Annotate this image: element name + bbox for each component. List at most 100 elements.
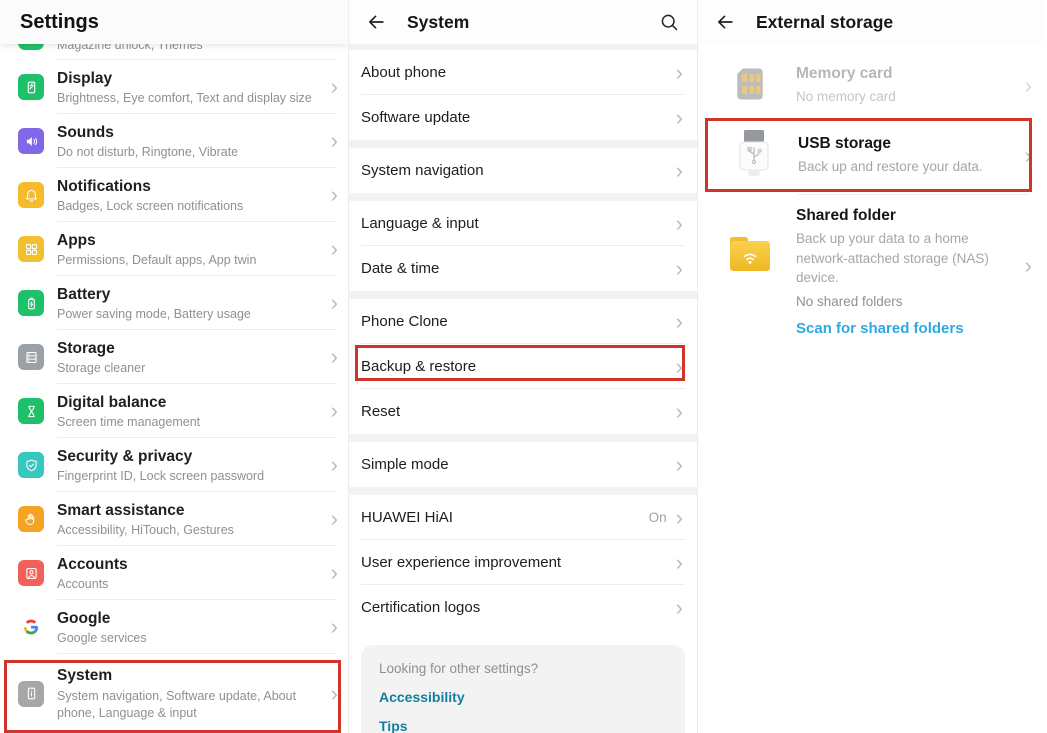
settings-item-smart-assistance[interactable]: Smart assistanceAccessibility, HiTouch, … — [0, 492, 348, 546]
system-item-date-time[interactable]: Date & time › — [349, 246, 697, 291]
chevron-right-icon: › — [1025, 145, 1032, 167]
item-status: No shared folders — [796, 294, 1019, 309]
settings-item-security-privacy[interactable]: Security & privacy Fingerprint ID, Lock s… — [0, 438, 348, 492]
settings-item-sounds[interactable]: SoundsDo not disturb, Ringtone, Vibrate … — [0, 114, 348, 168]
chevron-right-icon: › — [676, 160, 683, 182]
system-item-phone-clone[interactable]: Phone Clone › — [349, 299, 697, 344]
chevron-right-icon: › — [676, 597, 683, 619]
settings-item-storage[interactable]: StorageStorage cleaner › — [0, 330, 348, 384]
system-item-certification-logos[interactable]: Certification logos › — [349, 585, 697, 630]
settings-item-partial[interactable]: Magazine unlock, Themes — [0, 44, 348, 60]
back-button[interactable] — [363, 9, 389, 35]
chevron-right-icon: › — [331, 508, 338, 530]
chevron-right-icon: › — [676, 507, 683, 529]
group-separator — [349, 434, 697, 442]
item-title: Accounts — [57, 555, 325, 575]
panel-settings: Settings Magazine unlock, Themes Display… — [0, 0, 349, 733]
sounds-icon — [18, 128, 44, 154]
item-title: Digital balance — [57, 393, 325, 413]
item-subtitle: Accessibility, HiTouch, Gestures — [57, 523, 325, 537]
settings-item-digital-balance[interactable]: Digital balanceScreen time management › — [0, 384, 348, 438]
settings-item-notifications[interactable]: NotificationsBadges, Lock screen notific… — [0, 168, 348, 222]
item-subtitle: Back up your data to a home network-atta… — [796, 229, 1004, 288]
panel-system: System About phone › Software update › S… — [349, 0, 698, 733]
item-subtitle: No memory card — [796, 87, 1019, 107]
item-subtitle: Storage cleaner — [57, 361, 325, 375]
chevron-right-icon: › — [331, 562, 338, 584]
storage-item-usb[interactable]: USB storage Back up and restore your dat… — [698, 118, 1046, 194]
item-subtitle: Google services — [57, 631, 325, 645]
system-item-reset[interactable]: Reset › — [349, 389, 697, 434]
chevron-right-icon: › — [676, 356, 683, 378]
battery-icon — [18, 290, 44, 316]
item-title: Shared folder — [796, 207, 1019, 225]
item-title: Security & privacy — [57, 447, 325, 467]
display-icon — [18, 74, 44, 100]
storage-icon — [18, 344, 44, 370]
item-title: Display — [57, 69, 325, 89]
google-g-icon — [18, 614, 44, 640]
system-item-huawei-hiai[interactable]: HUAWEI HiAI On › — [349, 495, 697, 540]
settings-item-google[interactable]: GoogleGoogle services › — [0, 600, 348, 654]
settings-item-apps[interactable]: AppsPermissions, Default apps, App twin … — [0, 222, 348, 276]
chevron-right-icon: › — [331, 683, 338, 705]
item-title: Storage — [57, 339, 325, 359]
system-item-system-navigation[interactable]: System navigation › — [349, 148, 697, 193]
settings-item-accounts[interactable]: Accounts Accounts › — [0, 546, 348, 600]
scan-shared-folders-link[interactable]: Scan for shared folders — [796, 320, 964, 337]
item-label: System navigation — [361, 162, 670, 179]
item-title: Google — [57, 609, 325, 629]
group-separator — [349, 291, 697, 299]
chevron-right-icon: › — [331, 130, 338, 152]
security-shield-icon — [18, 452, 44, 478]
storage-item-shared-folder[interactable]: Shared folder Back up your data to a hom… — [698, 194, 1046, 348]
settings-item-battery[interactable]: BatteryPower saving mode, Battery usage … — [0, 276, 348, 330]
item-label: HUAWEI HiAI — [361, 509, 649, 526]
chevron-right-icon: › — [676, 454, 683, 476]
accessibility-link[interactable]: Accessibility — [379, 689, 667, 705]
item-value: On — [649, 510, 667, 525]
tips-link[interactable]: Tips — [379, 718, 667, 733]
item-label: About phone — [361, 64, 670, 81]
chevron-right-icon: › — [331, 292, 338, 314]
search-button[interactable] — [655, 8, 683, 36]
system-item-software-update[interactable]: Software update › — [349, 95, 697, 140]
back-arrow-icon — [714, 11, 736, 33]
item-subtitle: Power saving mode, Battery usage — [57, 307, 325, 321]
system-item-language-input[interactable]: Language & input › — [349, 201, 697, 246]
page-title: System — [407, 12, 469, 33]
search-icon — [659, 12, 680, 33]
item-label: Software update — [361, 109, 670, 126]
system-item-about-phone[interactable]: About phone › — [349, 50, 697, 95]
system-item-backup-restore[interactable]: Backup & restore › — [349, 344, 697, 389]
memory-card-icon — [730, 64, 770, 109]
item-subtitle: Accounts — [57, 577, 325, 591]
chevron-right-icon: › — [331, 400, 338, 422]
settings-item-display[interactable]: DisplayBrightness, Eye comfort, Text and… — [0, 60, 348, 114]
chevron-right-icon: › — [676, 107, 683, 129]
chevron-right-icon: › — [331, 454, 338, 476]
item-label: Simple mode — [361, 456, 670, 473]
back-button[interactable] — [712, 9, 738, 35]
item-subtitle: System navigation, Software update, Abou… — [57, 688, 325, 722]
item-title: Memory card — [796, 65, 1019, 83]
digital-balance-icon — [18, 398, 44, 424]
system-item-simple-mode[interactable]: Simple mode › — [349, 442, 697, 487]
chevron-right-icon: › — [676, 401, 683, 423]
chevron-right-icon: › — [676, 62, 683, 84]
chevron-right-icon: › — [331, 184, 338, 206]
group-separator — [349, 193, 697, 201]
item-subtitle: Badges, Lock screen notifications — [57, 199, 325, 213]
notifications-icon — [18, 182, 44, 208]
item-title: System — [57, 666, 325, 686]
settings-item-system[interactable]: SystemSystem navigation, Software update… — [0, 654, 348, 733]
group-separator — [349, 140, 697, 148]
card-heading: Looking for other settings? — [379, 661, 667, 676]
item-label: Backup & restore — [361, 358, 670, 375]
storage-item-memory-card: Memory card No memory card › — [698, 54, 1046, 118]
system-item-user-experience[interactable]: User experience improvement › — [349, 540, 697, 585]
item-subtitle: Permissions, Default apps, App twin — [57, 253, 325, 267]
item-label: Language & input — [361, 215, 670, 232]
item-subtitle: Fingerprint ID, Lock screen password — [57, 469, 325, 483]
chevron-right-icon: › — [676, 213, 683, 235]
